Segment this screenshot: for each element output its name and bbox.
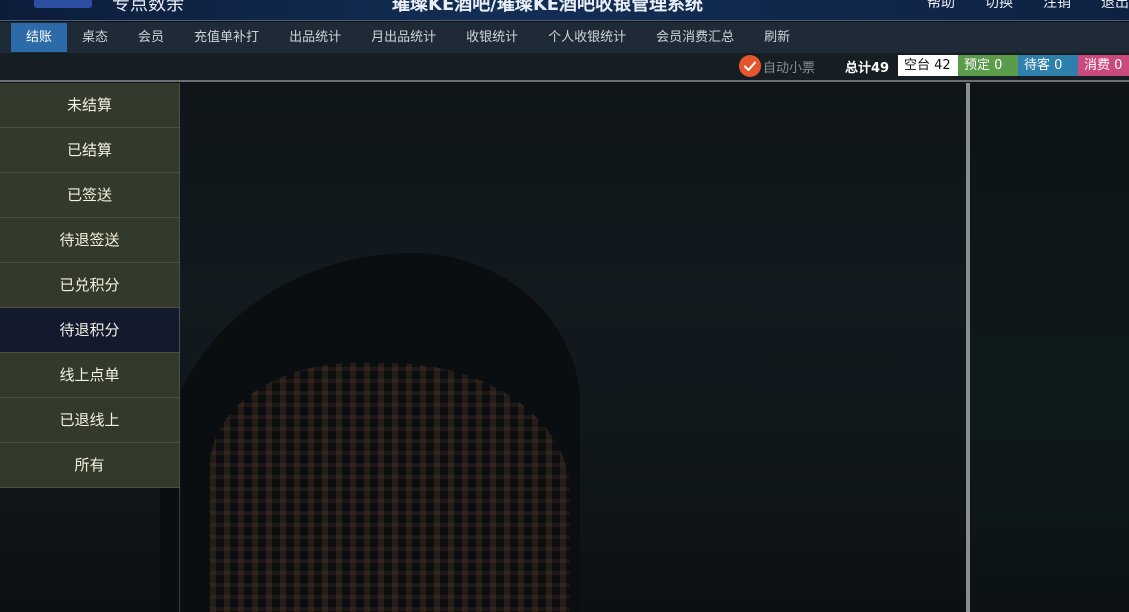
badge-consuming[interactable]: 消费 0 xyxy=(1078,55,1129,76)
sidebar-item-all[interactable]: 所有 xyxy=(0,443,179,488)
tab-personal-cashier-stats[interactable]: 个人收银统计 xyxy=(533,23,641,52)
switch-link[interactable]: 切换 xyxy=(985,0,1013,12)
tab-recharge-reprint[interactable]: 充值单补打 xyxy=(179,23,274,52)
menu-bar: 结账 桌态 会员 充值单补打 出品统计 月出品统计 收银统计 个人收银统计 会员… xyxy=(0,22,1129,53)
badge-waiting[interactable]: 待客 0 xyxy=(1018,55,1078,76)
background-town xyxy=(210,363,570,612)
tab-output-stats[interactable]: 出品统计 xyxy=(274,23,356,52)
app-title: 专点数余 xyxy=(112,0,184,15)
exit-link[interactable]: 退出 xyxy=(1101,0,1129,12)
sidebar-item-pending-unsign[interactable]: 待退签送 xyxy=(0,218,179,263)
help-link[interactable]: 帮助 xyxy=(927,0,955,12)
sidebar-item-signed[interactable]: 已签送 xyxy=(0,173,179,218)
logout-link[interactable]: 注销 xyxy=(1043,0,1071,12)
tab-members[interactable]: 会员 xyxy=(123,23,179,52)
sidebar-item-points-redeemed[interactable]: 已兑积分 xyxy=(0,263,179,308)
sidebar-item-online-orders[interactable]: 线上点单 xyxy=(0,353,179,398)
tab-checkout[interactable]: 结账 xyxy=(11,23,68,52)
right-panel xyxy=(970,83,1129,612)
sidebar-item-unsettled[interactable]: 未结算 xyxy=(0,83,179,128)
top-header: 专点数余 璀璨KE酒吧/璀璨KE酒吧收银管理系统 帮助 切换 注销 退出 xyxy=(0,0,1129,21)
status-bar: 自动小票 总计49 空台 42 预定 0 待客 0 消费 0 xyxy=(0,53,1129,82)
tab-refresh[interactable]: 刷新 xyxy=(749,23,805,52)
auto-ticket-label: 自动小票 xyxy=(763,60,816,76)
store-title: 璀璨KE酒吧/璀璨KE酒吧收银管理系统 xyxy=(392,0,704,15)
bill-filter-sidebar: 未结算 已结算 已签送 待退签送 已兑积分 待退积分 线上点单 已退线上 所有 xyxy=(0,83,180,489)
sidebar-empty-area xyxy=(0,489,180,612)
app-logo xyxy=(34,0,92,8)
check-icon[interactable] xyxy=(739,55,761,77)
tab-monthly-output-stats[interactable]: 月出品统计 xyxy=(356,23,451,52)
header-links: 帮助 切换 注销 退出 xyxy=(927,0,1129,12)
sidebar-item-refunded-online[interactable]: 已退线上 xyxy=(0,398,179,443)
total-count: 总计49 xyxy=(845,61,890,76)
tab-table-status[interactable]: 桌态 xyxy=(67,23,123,52)
auto-ticket-toggle[interactable]: 自动小票 xyxy=(739,55,815,77)
sidebar-item-settled[interactable]: 已结算 xyxy=(0,128,179,173)
tab-member-consumption-summary[interactable]: 会员消费汇总 xyxy=(641,23,749,52)
sidebar-item-pending-points-refund[interactable]: 待退积分 xyxy=(0,308,179,353)
table-status-badges: 空台 42 预定 0 待客 0 消费 0 xyxy=(898,55,1129,76)
badge-reserved[interactable]: 预定 0 xyxy=(958,55,1018,76)
tab-cashier-stats[interactable]: 收银统计 xyxy=(451,23,533,52)
badge-empty-tables[interactable]: 空台 42 xyxy=(898,55,958,76)
